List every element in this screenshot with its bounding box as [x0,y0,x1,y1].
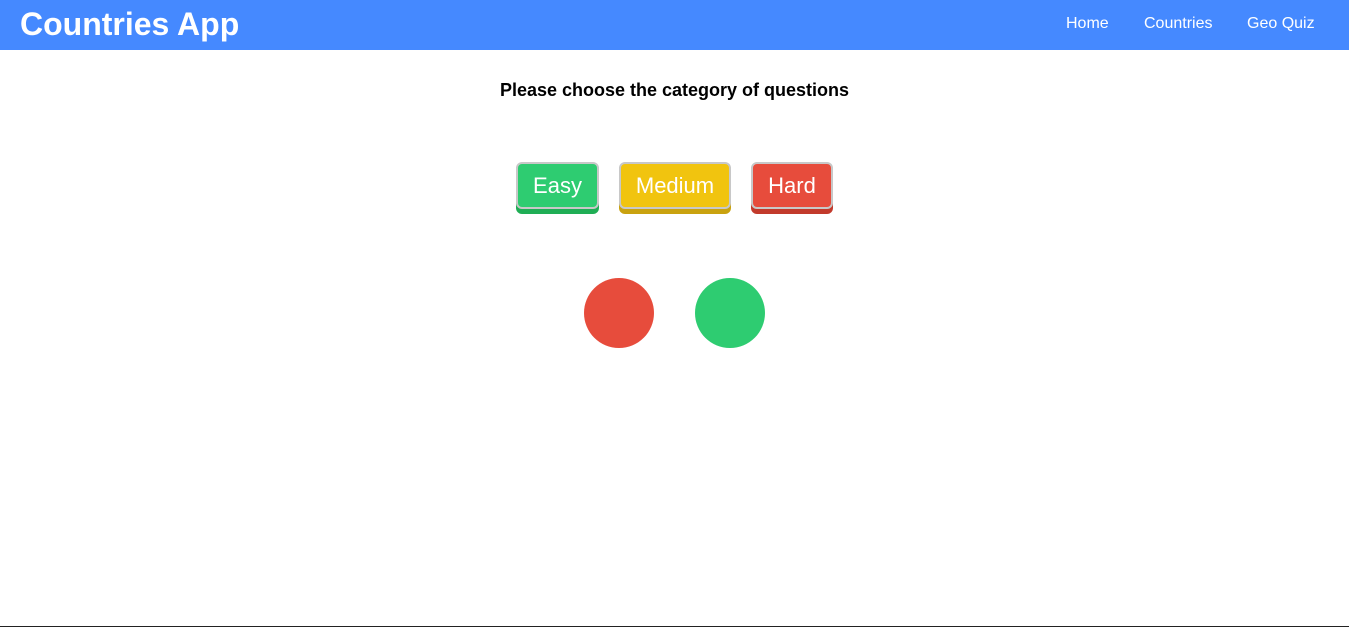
wrong-indicator-circle [584,278,654,348]
correct-indicator-circle [695,278,765,348]
category-prompt: Please choose the category of questions [499,80,850,100]
nav-geo-quiz-link[interactable]: Geo Quiz [1247,14,1315,34]
easy-button[interactable]: Easy [516,162,599,209]
hard-button[interactable]: Hard [751,162,833,209]
nav-countries-link[interactable]: Countries [1144,14,1212,34]
medium-button[interactable]: Medium [619,162,731,209]
app-title[interactable]: Countries App [20,5,239,43]
nav-home-link[interactable]: Home [1066,14,1109,34]
navbar: Countries App Home Countries Geo Quiz [0,0,1349,50]
